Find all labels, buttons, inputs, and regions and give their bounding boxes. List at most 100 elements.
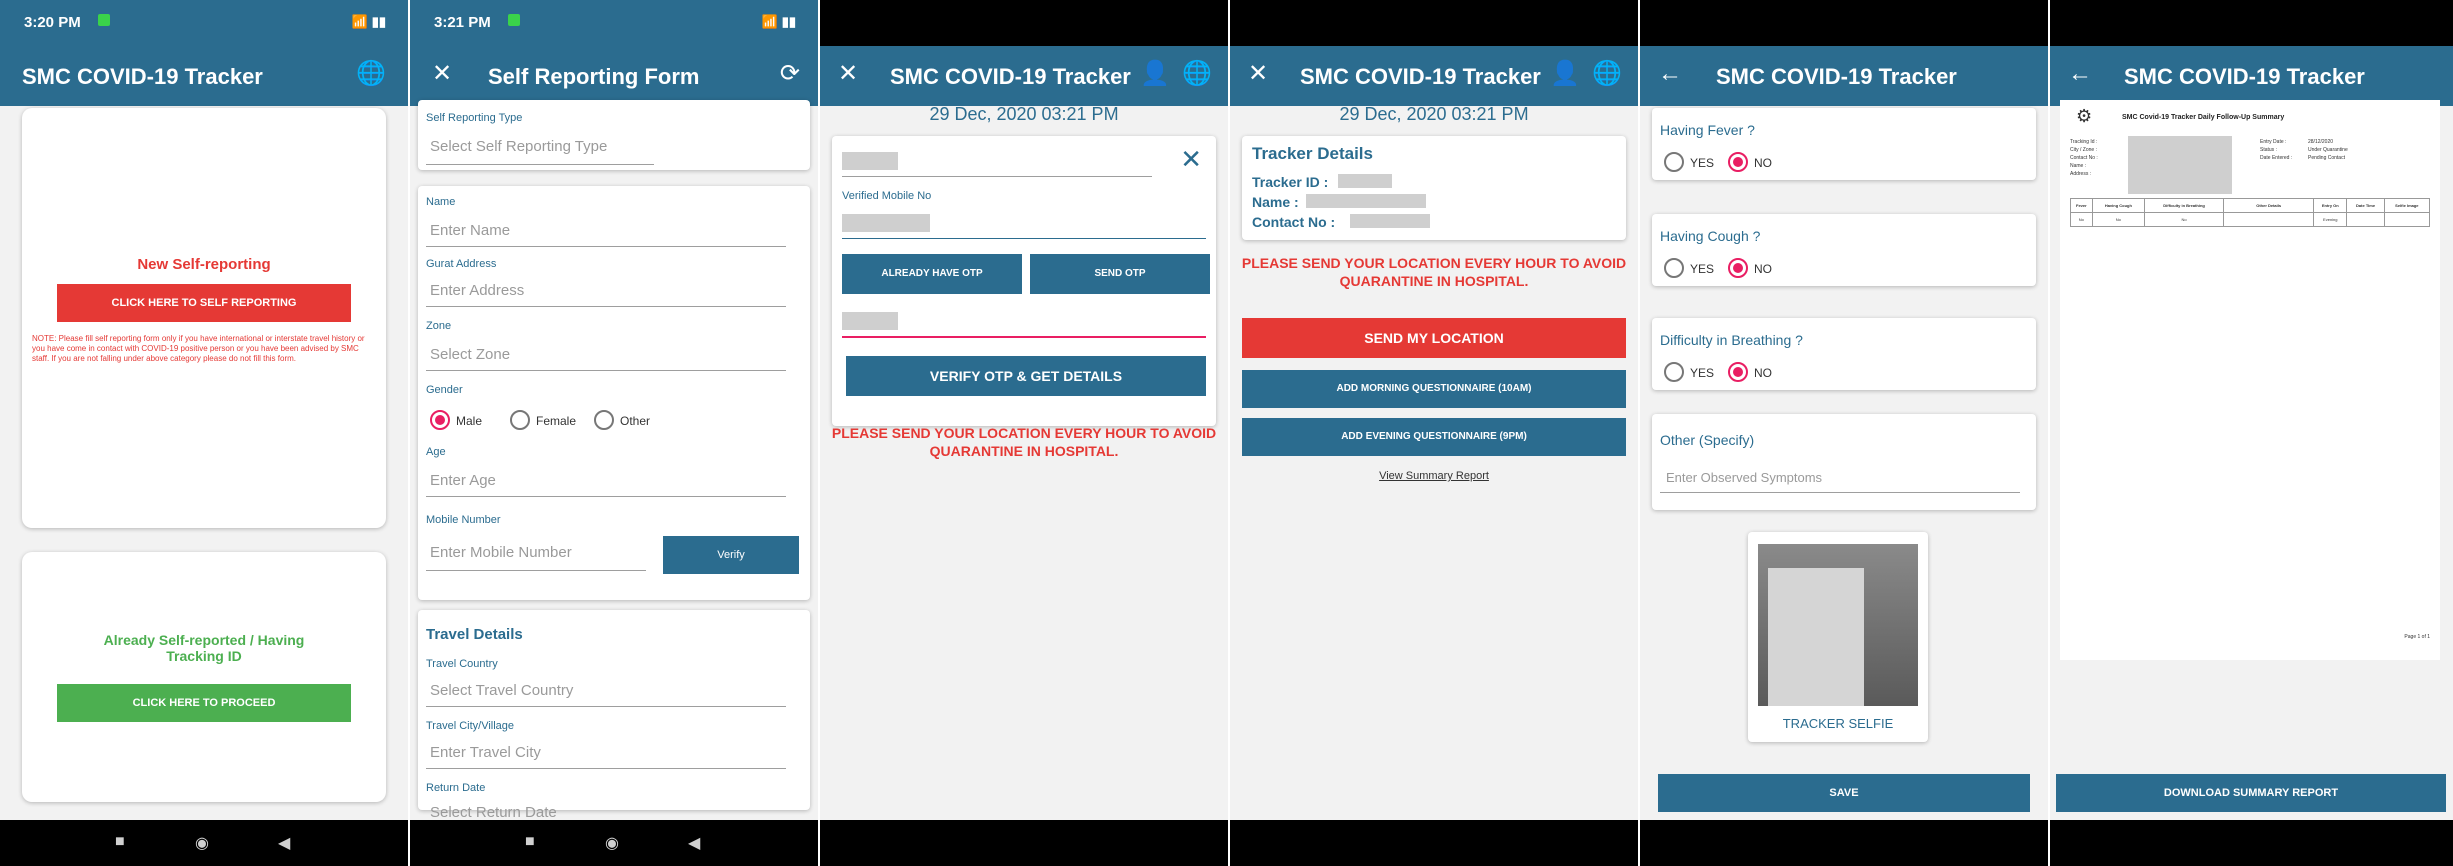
cough-no-radio[interactable]: [1728, 258, 1748, 278]
report-value: 28/12/2020: [2308, 139, 2334, 145]
app-bar: SMC COVID-19 Tracker 🌐: [0, 46, 408, 106]
verify-otp-button[interactable]: VERIFY OTP & GET DETAILS: [846, 356, 1206, 396]
proceed-button[interactable]: CLICK HERE TO PROCEED: [57, 684, 351, 722]
return-date-select[interactable]: Select Return Date: [430, 804, 557, 821]
question-text: Difficulty in Breathing ?: [1660, 332, 1803, 348]
globe-icon[interactable]: 🌐: [1182, 60, 1212, 88]
breathing-yes-radio[interactable]: [1664, 362, 1684, 382]
table-header: Fever: [2070, 198, 2093, 213]
morning-questionnaire-button[interactable]: ADD MORNING QUESTIONNAIRE (10AM): [1242, 370, 1626, 408]
user-icon[interactable]: 👤: [1550, 60, 1580, 88]
save-button[interactable]: SAVE: [1658, 774, 2030, 812]
fever-yes-radio[interactable]: [1664, 152, 1684, 172]
report-document: ⚙ SMC Covid-19 Tracker Daily Follow-Up S…: [2060, 100, 2440, 660]
cough-question-card: Having Cough ? YES NO: [1652, 214, 2036, 286]
notification-icon: [98, 14, 110, 26]
app-bar: ← SMC COVID-19 Tracker: [1640, 46, 2048, 106]
zone-select[interactable]: Select Zone: [430, 346, 510, 363]
table-cell: [2346, 212, 2385, 227]
table-cell: No: [2143, 212, 2225, 227]
close-icon[interactable]: ✕: [1180, 144, 1202, 175]
field-label: Name: [426, 196, 456, 208]
globe-icon[interactable]: 🌐: [1592, 60, 1622, 88]
close-icon[interactable]: ✕: [432, 60, 452, 88]
name-input[interactable]: Enter Name: [430, 222, 510, 239]
travel-country-select[interactable]: Select Travel Country: [430, 682, 573, 699]
report-field: Date Entered :: [2260, 155, 2293, 161]
app-bar: ← SMC COVID-19 Tracker: [2050, 46, 2453, 106]
screen-home: 3:20 PM 📶 ▮▮ SMC COVID-19 Tracker 🌐 New …: [0, 0, 408, 866]
already-reported-heading: Already Self-reported / Having Tracking …: [103, 632, 305, 664]
app-title: SMC COVID-19 Tracker: [22, 64, 263, 89]
user-icon[interactable]: 👤: [1140, 60, 1170, 88]
table-cell: [2223, 212, 2315, 227]
travel-city-input[interactable]: Enter Travel City: [430, 744, 541, 761]
table-header: Difficulty in Breathing: [2143, 198, 2225, 213]
divider: [426, 370, 786, 371]
report-field: City / Zone :: [2070, 147, 2097, 153]
fever-no-radio[interactable]: [1728, 152, 1748, 172]
send-location-button[interactable]: SEND MY LOCATION: [1242, 318, 1626, 358]
table-cell: Evening: [2313, 212, 2348, 227]
report-title: SMC Covid-19 Tracker Daily Follow-Up Sum…: [2122, 114, 2285, 121]
home-icon[interactable]: ◉: [195, 833, 209, 853]
send-otp-button[interactable]: SEND OTP: [1030, 254, 1210, 294]
redacted-contact: [1350, 214, 1430, 228]
close-icon[interactable]: ✕: [1248, 60, 1268, 88]
screenshots-strip: 3:20 PM 📶 ▮▮ SMC COVID-19 Tracker 🌐 New …: [0, 0, 2453, 866]
mobile-input[interactable]: Enter Mobile Number: [430, 544, 572, 561]
back-arrow-icon[interactable]: ←: [2068, 60, 2092, 88]
status-bar: [2050, 0, 2453, 46]
new-self-reporting-heading: New Self-reporting: [137, 256, 271, 273]
cough-yes-radio[interactable]: [1664, 258, 1684, 278]
back-icon[interactable]: ◀: [278, 833, 290, 853]
home-icon[interactable]: ◉: [605, 833, 619, 853]
nav-bar: [1640, 820, 2048, 866]
other-label: Other (Specify): [1660, 432, 1755, 448]
divider: [426, 570, 646, 571]
evening-questionnaire-button[interactable]: ADD EVENING QUESTIONNAIRE (9PM): [1242, 418, 1626, 456]
gender-male-radio[interactable]: [430, 410, 450, 430]
verify-button[interactable]: Verify: [663, 536, 799, 574]
back-icon[interactable]: ◀: [688, 833, 700, 853]
status-bar: 3:21 PM 📶 ▮▮: [410, 0, 818, 46]
report-field: Tracking Id :: [2070, 139, 2098, 145]
travel-details-card: Travel Details Travel Country Select Tra…: [418, 610, 810, 821]
recent-apps-icon[interactable]: ■: [525, 833, 535, 851]
already-reported-card: Already Self-reported / Having Tracking …: [22, 552, 386, 802]
other-symptoms-input[interactable]: Enter Observed Symptoms: [1666, 470, 1822, 485]
status-time: 3:21 PM: [434, 14, 491, 31]
age-input[interactable]: Enter Age: [430, 472, 496, 489]
gender-female-radio[interactable]: [510, 410, 530, 430]
divider: [426, 496, 786, 497]
status-bar: 3:20 PM 📶 ▮▮: [0, 0, 408, 46]
close-icon[interactable]: ✕: [838, 60, 858, 88]
download-report-button[interactable]: DOWNLOAD SUMMARY REPORT: [2056, 774, 2446, 812]
gender-other-radio[interactable]: [594, 410, 614, 430]
already-have-otp-button[interactable]: ALREADY HAVE OTP: [842, 254, 1022, 294]
breathing-no-radio[interactable]: [1728, 362, 1748, 382]
question-text: Having Fever ?: [1660, 122, 1755, 138]
table-cell: No: [2070, 212, 2093, 227]
nav-bar: ■ ◉ ◀: [0, 820, 408, 866]
yes-label: YES: [1690, 156, 1715, 170]
address-input[interactable]: Enter Address: [430, 282, 524, 299]
divider: [426, 164, 654, 165]
refresh-icon[interactable]: ⟳: [780, 60, 800, 88]
recent-apps-icon[interactable]: ■: [115, 833, 125, 851]
table-header-row: Fever Having Cough Difficulty in Breathi…: [2070, 198, 2431, 213]
no-label: NO: [1754, 366, 1772, 380]
contact-label: Contact No :: [1252, 214, 1336, 230]
self-report-button[interactable]: CLICK HERE TO SELF REPORTING: [57, 284, 351, 322]
globe-icon[interactable]: 🌐: [356, 60, 386, 88]
self-reporting-type-select[interactable]: Select Self Reporting Type: [430, 138, 607, 155]
back-arrow-icon[interactable]: ←: [1658, 60, 1682, 88]
otp-input[interactable]: [842, 312, 898, 330]
redacted-name: [1306, 194, 1426, 208]
notification-icon: [508, 14, 520, 26]
fever-question-card: Having Fever ? YES NO: [1652, 108, 2036, 180]
divider: [426, 768, 786, 769]
table-header: Having Cough: [2091, 198, 2146, 213]
table-cell: [2383, 212, 2431, 227]
view-summary-link[interactable]: View Summary Report: [1230, 470, 1638, 482]
